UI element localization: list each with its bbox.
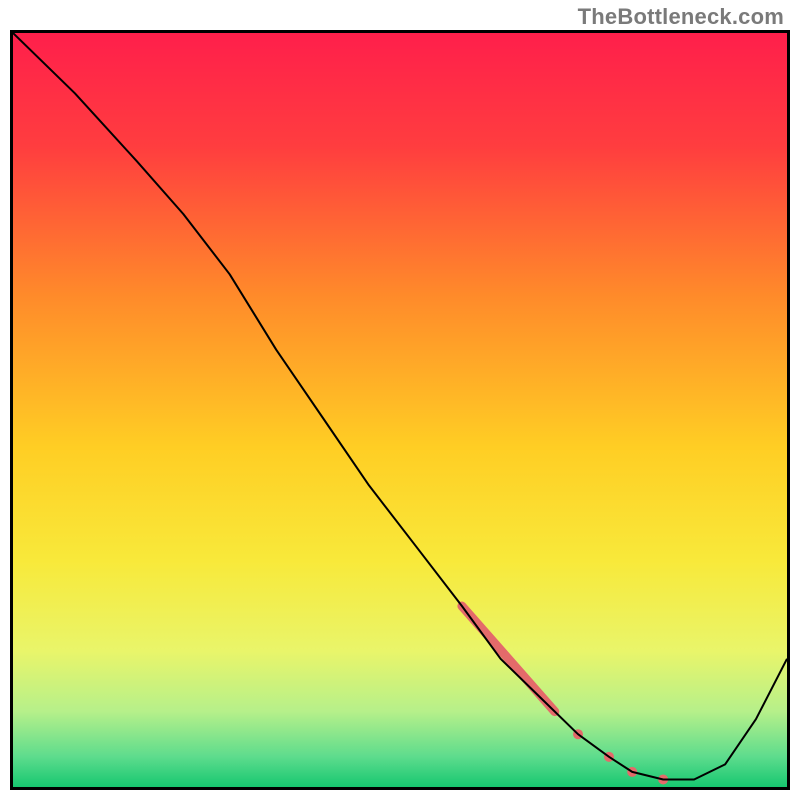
chart-container: TheBottleneck.com bbox=[0, 0, 800, 800]
gradient-background bbox=[13, 33, 787, 787]
watermark-text: TheBottleneck.com bbox=[578, 4, 784, 30]
chart-plot-area bbox=[10, 30, 790, 790]
chart-svg bbox=[13, 33, 787, 787]
